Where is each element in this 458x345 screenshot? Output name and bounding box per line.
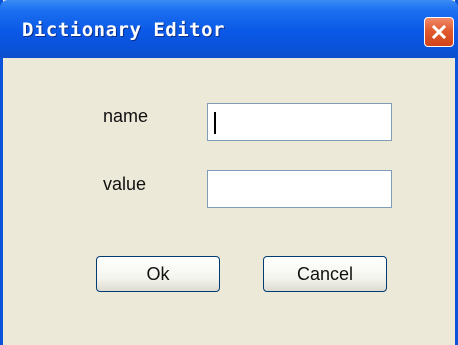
- ok-button[interactable]: Ok: [96, 256, 220, 292]
- name-label: name: [103, 106, 149, 126]
- cancel-button[interactable]: Cancel: [263, 256, 387, 292]
- value-input[interactable]: [207, 170, 392, 208]
- value-label: value: [103, 174, 147, 194]
- close-button[interactable]: [424, 17, 454, 47]
- title-bar[interactable]: Dictionary Editor: [0, 0, 458, 58]
- dictionary-editor-dialog: Dictionary Editor name value Ok Cancel: [0, 0, 458, 345]
- close-icon: [432, 25, 446, 39]
- text-cursor: [214, 112, 216, 134]
- name-input[interactable]: [207, 103, 392, 141]
- window-title: Dictionary Editor: [22, 19, 225, 41]
